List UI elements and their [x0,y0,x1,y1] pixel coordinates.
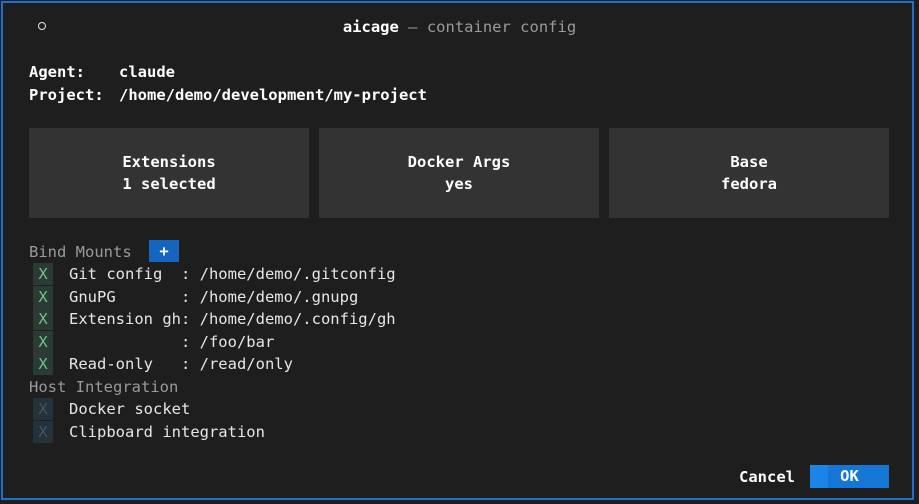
title-bar: aicage — container config [0,16,919,38]
cancel-button[interactable]: Cancel [737,466,797,488]
title-separator: — [398,18,427,36]
agent-value: claude [119,63,175,81]
bind-mount-row[interactable]: X Extension gh: /home/demo/.config/gh [33,308,396,330]
dialog-title: aicage — container config [0,16,919,38]
extensions-card-value: 1 selected [122,175,216,193]
agent-label: Agent: [29,63,85,81]
extensions-card[interactable]: Extensions 1 selected [29,128,309,218]
project-value: /home/demo/development/my-project [119,86,427,104]
docker-args-card-value: yes [445,175,473,193]
add-bind-mount-button[interactable]: + [149,240,179,262]
bind-mount-row[interactable]: X GnuPG : /home/demo/.gnupg [33,286,358,308]
bind-mount-path: : /foo/bar [180,333,275,351]
bind-mount-remove-toggle[interactable]: X [33,353,53,375]
bind-mount-row[interactable]: X : /foo/bar [33,331,274,353]
bind-mount-remove-toggle[interactable]: X [33,331,53,353]
project-row: Project: /home/demo/development/my-projec… [29,84,427,106]
host-integration-row-docker-socket[interactable]: X Docker socket [33,398,190,420]
base-card-value: fedora [721,175,777,193]
bind-mount-row[interactable]: X Git config : /home/demo/.gitconfig [33,263,396,285]
agent-row: Agent: claude [29,61,175,83]
title-app-name: aicage [342,18,399,36]
bind-mount-path: : /home/demo/.gnupg [180,288,359,306]
bind-mount-name: GnuPG [69,288,181,306]
extensions-card-title: Extensions [122,153,216,171]
bind-mount-text: : /foo/bar [69,331,274,353]
base-card-title: Base [730,153,768,171]
bind-mount-name [69,333,181,351]
bind-mount-text: Read-only : /read/only [69,353,293,375]
host-integration-heading: Host Integration [29,378,179,396]
docker-socket-label: Docker socket [69,400,191,418]
bind-mount-row[interactable]: X Read-only : /read/only [33,353,293,375]
base-card[interactable]: Base fedora [609,128,889,218]
ok-button[interactable]: OK [810,465,889,488]
bind-mount-name: Extension gh [69,310,181,328]
project-label: Project: [29,86,104,104]
docker-args-card-title: Docker Args [407,153,511,171]
bind-mount-name: Git config [69,265,181,283]
bind-mount-remove-toggle[interactable]: X [33,263,53,285]
bind-mount-path: : /home/demo/.gitconfig [180,265,396,283]
bind-mount-name: Read-only [69,355,181,373]
bind-mount-text: Git config : /home/demo/.gitconfig [69,263,396,285]
bind-mount-path: : /home/demo/.config/gh [180,310,396,328]
bind-mounts-heading: Bind Mounts [29,243,132,261]
docker-socket-checkbox[interactable]: X [33,398,53,420]
title-subtitle: container config [426,18,577,36]
bind-mount-remove-toggle[interactable]: X [33,308,53,330]
bind-mount-text: Extension gh: /home/demo/.config/gh [69,308,396,330]
bind-mount-remove-toggle[interactable]: X [33,286,53,308]
host-integration-row-clipboard[interactable]: X Clipboard integration [33,421,265,443]
bind-mount-text: GnuPG : /home/demo/.gnupg [69,286,358,308]
docker-args-card[interactable]: Docker Args yes [319,128,599,218]
bind-mount-path: : /read/only [180,355,293,373]
clipboard-integration-label: Clipboard integration [69,423,265,441]
clipboard-integration-checkbox[interactable]: X [33,421,53,443]
ok-button-label: OK [840,467,859,485]
